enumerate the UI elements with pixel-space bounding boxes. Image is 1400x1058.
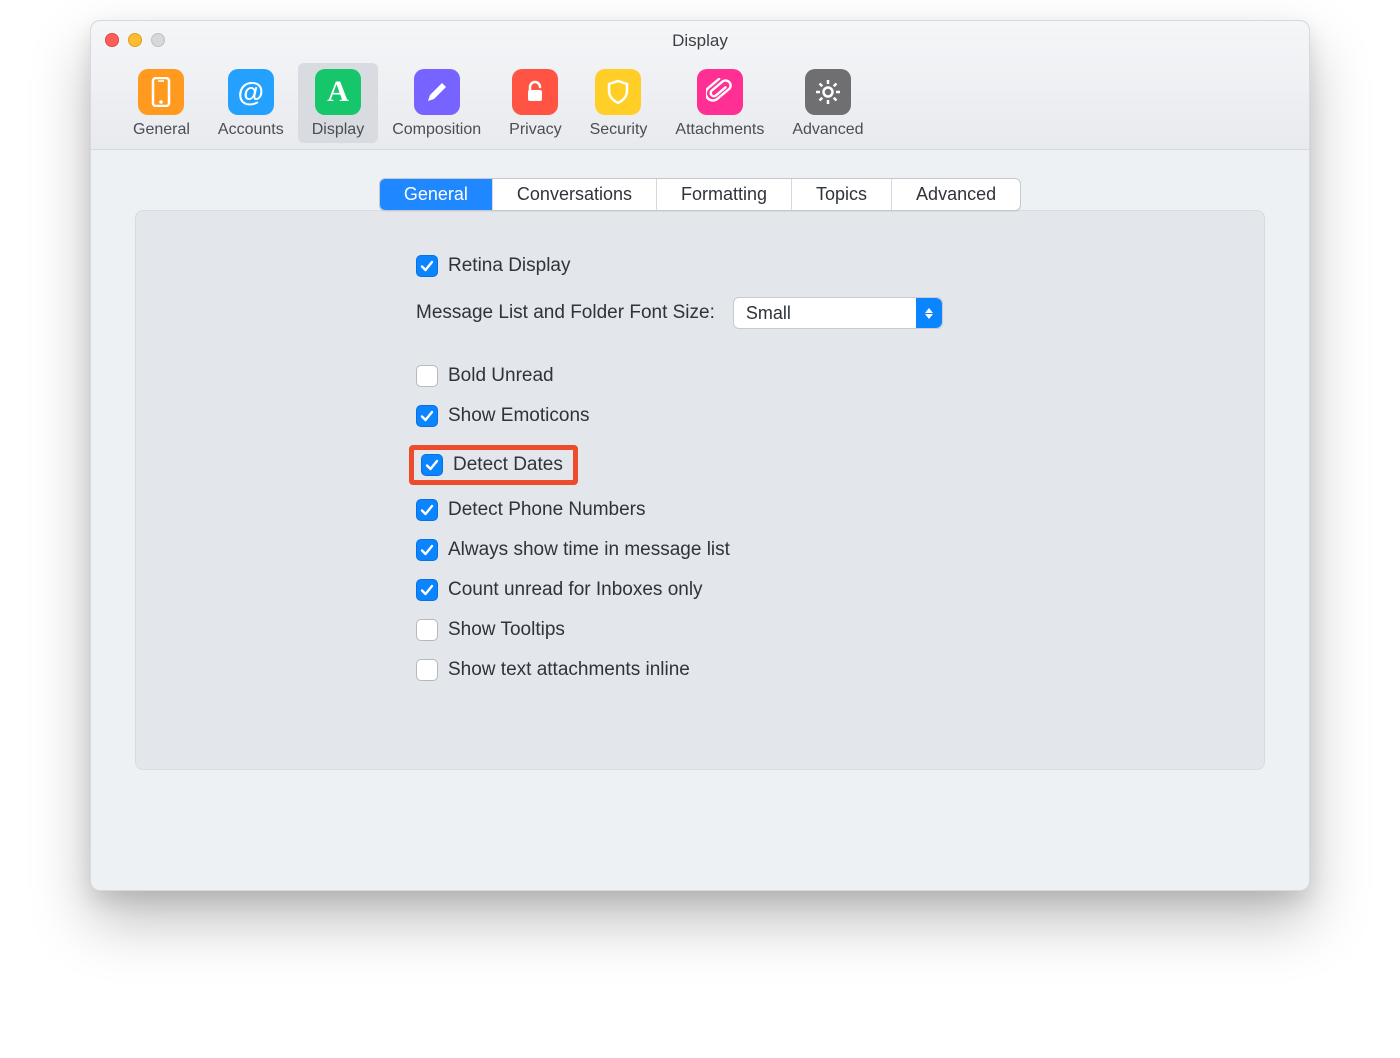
close-button[interactable] bbox=[105, 33, 119, 47]
paperclip-icon bbox=[697, 69, 743, 115]
retina-display-checkbox[interactable] bbox=[416, 255, 438, 277]
detect-phone-checkbox[interactable] bbox=[416, 499, 438, 521]
toolbar-label: Advanced bbox=[792, 121, 863, 139]
toolbar-privacy[interactable]: Privacy bbox=[495, 63, 575, 143]
settings-panel: Retina Display Message List and Folder F… bbox=[135, 210, 1265, 770]
count-unread-label: Count unread for Inboxes only bbox=[448, 579, 703, 601]
always-time-label: Always show time in message list bbox=[448, 539, 730, 561]
bold-unread-checkbox[interactable] bbox=[416, 365, 438, 387]
toolbar-general[interactable]: General bbox=[119, 63, 204, 143]
detect-dates-row: Detect Dates bbox=[416, 445, 1224, 485]
window-controls bbox=[91, 33, 165, 47]
gear-icon bbox=[805, 69, 851, 115]
font-size-row: Message List and Folder Font Size: Small bbox=[416, 297, 1224, 329]
show-emoticons-label: Show Emoticons bbox=[448, 405, 590, 427]
tab-topics[interactable]: Topics bbox=[792, 179, 892, 210]
window-title: Display bbox=[91, 29, 1309, 59]
lock-open-icon bbox=[512, 69, 558, 115]
toolbar-composition[interactable]: Composition bbox=[378, 63, 495, 143]
detect-dates-highlight: Detect Dates bbox=[409, 445, 578, 485]
show-tooltips-row: Show Tooltips bbox=[416, 619, 1224, 641]
content-area: General Conversations Formatting Topics … bbox=[91, 150, 1309, 890]
pencil-icon bbox=[414, 69, 460, 115]
retina-display-row: Retina Display bbox=[416, 255, 1224, 277]
show-text-attachments-label: Show text attachments inline bbox=[448, 659, 690, 681]
toolbar-accounts[interactable]: @ Accounts bbox=[204, 63, 298, 143]
detect-phone-label: Detect Phone Numbers bbox=[448, 499, 646, 521]
at-icon: @ bbox=[228, 69, 274, 115]
toolbar-label: Display bbox=[312, 121, 364, 139]
show-text-attachments-checkbox[interactable] bbox=[416, 659, 438, 681]
toolbar-security[interactable]: Security bbox=[576, 63, 662, 143]
shield-icon bbox=[595, 69, 641, 115]
tab-advanced[interactable]: Advanced bbox=[892, 179, 1020, 210]
show-emoticons-row: Show Emoticons bbox=[416, 405, 1224, 427]
show-tooltips-label: Show Tooltips bbox=[448, 619, 565, 641]
tab-control: General Conversations Formatting Topics … bbox=[379, 178, 1021, 211]
show-text-attachments-row: Show text attachments inline bbox=[416, 659, 1224, 681]
tab-conversations[interactable]: Conversations bbox=[493, 179, 657, 210]
always-time-row: Always show time in message list bbox=[416, 539, 1224, 561]
preferences-window: Display General @ Accounts A Display Co bbox=[90, 20, 1310, 891]
tab-formatting[interactable]: Formatting bbox=[657, 179, 792, 210]
count-unread-checkbox[interactable] bbox=[416, 579, 438, 601]
toolbar-label: General bbox=[133, 121, 190, 139]
preferences-toolbar: General @ Accounts A Display Composition bbox=[91, 59, 1309, 149]
font-size-value: Small bbox=[746, 303, 791, 324]
toolbar-label: Security bbox=[590, 121, 648, 139]
toolbar-label: Composition bbox=[392, 121, 481, 139]
toolbar-advanced[interactable]: Advanced bbox=[778, 63, 877, 143]
detect-phone-row: Detect Phone Numbers bbox=[416, 499, 1224, 521]
bold-unread-row: Bold Unread bbox=[416, 365, 1224, 387]
toolbar-label: Attachments bbox=[675, 121, 764, 139]
toolbar-attachments[interactable]: Attachments bbox=[661, 63, 778, 143]
show-emoticons-checkbox[interactable] bbox=[416, 405, 438, 427]
always-time-checkbox[interactable] bbox=[416, 539, 438, 561]
detect-dates-checkbox[interactable] bbox=[421, 454, 443, 476]
zoom-button[interactable] bbox=[151, 33, 165, 47]
detect-dates-label: Detect Dates bbox=[453, 454, 563, 476]
font-size-label: Message List and Folder Font Size: bbox=[416, 302, 715, 324]
retina-display-label: Retina Display bbox=[448, 255, 571, 277]
show-tooltips-checkbox[interactable] bbox=[416, 619, 438, 641]
select-stepper-icon bbox=[916, 298, 942, 328]
toolbar-label: Accounts bbox=[218, 121, 284, 139]
titlebar: Display General @ Accounts A Display Co bbox=[91, 21, 1309, 150]
toolbar-label: Privacy bbox=[509, 121, 561, 139]
bold-unread-label: Bold Unread bbox=[448, 365, 554, 387]
toolbar-display[interactable]: A Display bbox=[298, 63, 378, 143]
phone-icon bbox=[138, 69, 184, 115]
tab-general[interactable]: General bbox=[380, 179, 493, 210]
font-size-select[interactable]: Small bbox=[733, 297, 943, 329]
count-unread-row: Count unread for Inboxes only bbox=[416, 579, 1224, 601]
minimize-button[interactable] bbox=[128, 33, 142, 47]
letter-a-icon: A bbox=[315, 69, 361, 115]
